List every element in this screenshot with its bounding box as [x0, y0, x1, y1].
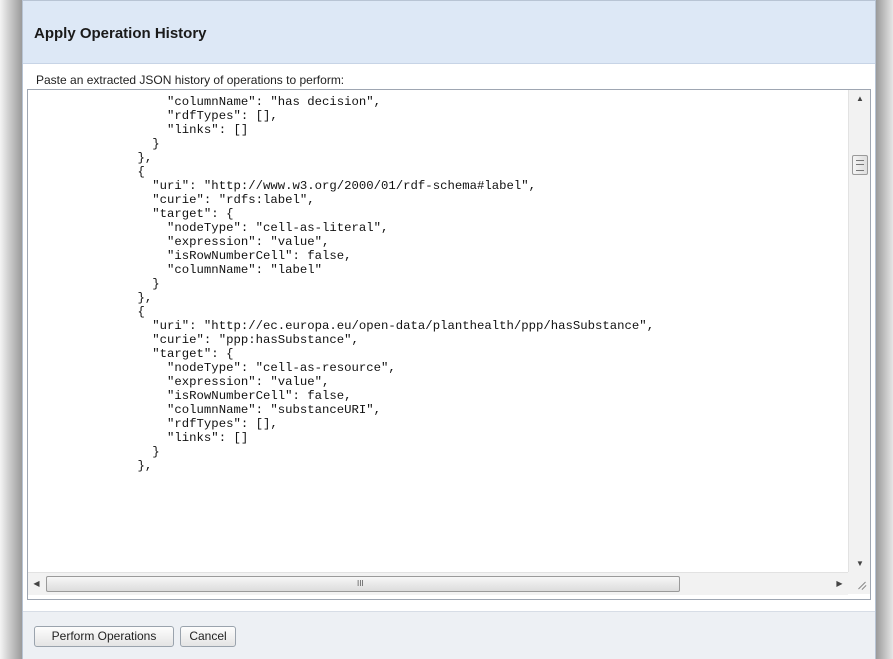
- code-line: "uri": "http://www.w3.org/2000/01/rdf-sc…: [108, 179, 537, 193]
- dialog-footer: Perform Operations Cancel: [23, 611, 875, 659]
- code-line: "rdfTypes": [],: [108, 417, 278, 431]
- code-line: "target": {: [108, 347, 234, 361]
- code-line: "isRowNumberCell": false,: [108, 389, 352, 403]
- code-line: }: [108, 137, 160, 151]
- paste-prompt-label: Paste an extracted JSON history of opera…: [36, 73, 345, 87]
- code-line: "columnName": "substanceURI",: [108, 403, 382, 417]
- code-line: "nodeType": "cell-as-literal",: [108, 221, 389, 235]
- scroll-down-arrow-icon[interactable]: ▼: [849, 555, 870, 572]
- code-line: "columnName": "has decision",: [108, 95, 382, 109]
- code-line: "nodeType": "cell-as-resource",: [108, 361, 396, 375]
- code-line: "expression": "value",: [108, 235, 330, 249]
- code-line: }: [108, 445, 160, 459]
- scroll-up-arrow-icon[interactable]: ▲: [849, 90, 870, 107]
- perform-operations-button[interactable]: Perform Operations: [34, 626, 174, 647]
- code-line: "links": []: [108, 431, 249, 445]
- vertical-scroll-thumb[interactable]: [852, 155, 868, 175]
- resize-handle-icon[interactable]: [848, 572, 870, 594]
- code-line: "curie": "rdfs:label",: [108, 193, 315, 207]
- dialog-header: Apply Operation History: [23, 1, 875, 64]
- vertical-scrollbar[interactable]: ▲ ▼: [848, 90, 870, 572]
- horizontal-scrollbar[interactable]: ◀ III ▶: [28, 572, 848, 595]
- code-line: {: [108, 305, 145, 319]
- code-line: "links": []: [108, 123, 249, 137]
- background-overlay-right: [876, 0, 893, 659]
- dialog-title: Apply Operation History: [34, 25, 207, 42]
- cancel-button[interactable]: Cancel: [180, 626, 236, 647]
- code-line: "rdfTypes": [],: [108, 109, 278, 123]
- scroll-left-arrow-icon[interactable]: ◀: [28, 573, 45, 595]
- scroll-right-arrow-icon[interactable]: ▶: [831, 573, 848, 595]
- grip-icon: [856, 160, 864, 171]
- code-line: },: [108, 151, 153, 165]
- code-line: "curie": "ppp:hasSubstance",: [108, 333, 359, 347]
- json-history-textarea[interactable]: "columnName": "has decision", "rdfTypes"…: [27, 89, 871, 600]
- grip-icon: III: [357, 579, 364, 588]
- horizontal-scroll-thumb[interactable]: III: [46, 576, 680, 592]
- code-line: },: [108, 459, 153, 473]
- code-line: }: [108, 277, 160, 291]
- json-content[interactable]: "columnName": "has decision", "rdfTypes"…: [28, 90, 848, 572]
- code-line: "uri": "http://ec.europa.eu/open-data/pl…: [108, 319, 655, 333]
- code-line: "expression": "value",: [108, 375, 330, 389]
- code-line: "isRowNumberCell": false,: [108, 249, 352, 263]
- background-overlay-left: [0, 0, 22, 659]
- apply-operation-history-dialog: Apply Operation History Paste an extract…: [22, 0, 876, 659]
- code-line: },: [108, 291, 153, 305]
- code-line: "target": {: [108, 207, 234, 221]
- code-line: {: [108, 165, 145, 179]
- code-line: "columnName": "label": [108, 263, 323, 277]
